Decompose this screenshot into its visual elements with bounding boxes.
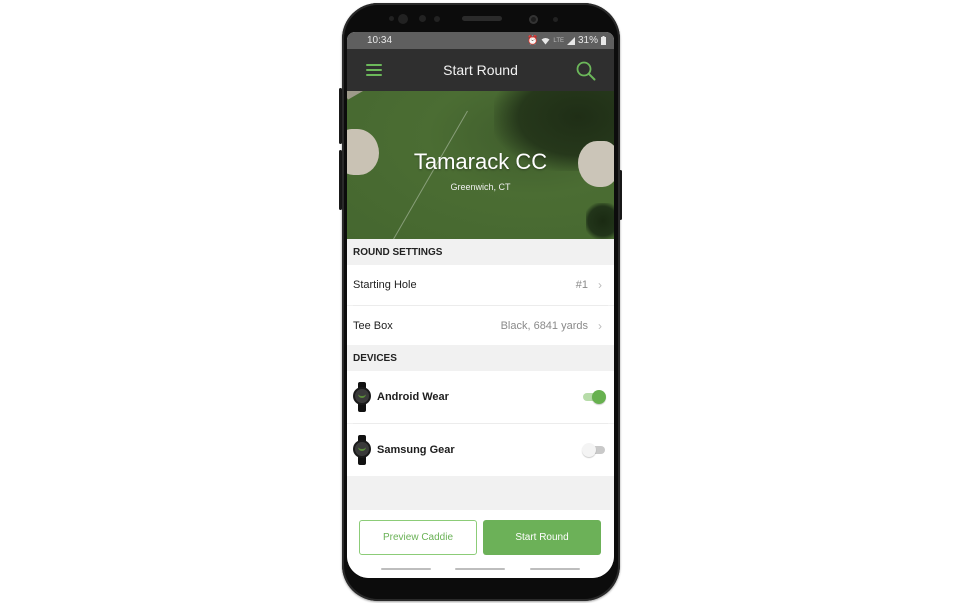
lte-icon: LTE bbox=[553, 37, 564, 44]
nav-recent-button[interactable] bbox=[381, 568, 432, 570]
android-wear-toggle[interactable] bbox=[582, 390, 606, 404]
tee-box-value: Black, 6841 yards bbox=[500, 320, 588, 332]
starting-hole-row[interactable]: Starting Hole #1 › bbox=[347, 265, 614, 305]
tee-box-label: Tee Box bbox=[353, 320, 393, 332]
front-camera-icon bbox=[529, 15, 538, 24]
screen: 10:34 ⏰ LTE 31% Start Round Tamarack CC … bbox=[347, 32, 614, 578]
battery-percent: 31% bbox=[577, 35, 598, 46]
stage: 10:34 ⏰ LTE 31% Start Round Tamarack CC … bbox=[0, 0, 960, 603]
course-name: Tamarack CC bbox=[413, 149, 548, 174]
device-row-samsung-gear: Samsung Gear bbox=[347, 424, 614, 476]
nav-home-button[interactable] bbox=[455, 568, 506, 570]
sensor-icon bbox=[434, 16, 440, 22]
starting-hole-value: #1 bbox=[575, 279, 588, 291]
app-bar: Start Round bbox=[347, 49, 614, 91]
sensor-icon bbox=[553, 17, 558, 22]
trees bbox=[586, 203, 614, 239]
hamburger-menu-icon[interactable] bbox=[366, 64, 382, 76]
chevron-right-icon: › bbox=[598, 319, 602, 333]
search-icon[interactable] bbox=[575, 60, 597, 82]
samsung-gear-toggle[interactable] bbox=[582, 443, 606, 457]
sensor-icon bbox=[419, 15, 426, 22]
preview-caddie-button[interactable]: Preview Caddie bbox=[359, 520, 477, 555]
cart-path bbox=[347, 91, 374, 100]
nav-bar bbox=[347, 568, 614, 570]
starting-hole-label: Starting Hole bbox=[353, 279, 417, 291]
chevron-right-icon: › bbox=[598, 278, 602, 292]
battery-icon bbox=[601, 36, 606, 45]
signal-icon bbox=[566, 36, 575, 45]
earpiece-speaker bbox=[462, 16, 502, 21]
smartwatch-icon bbox=[353, 435, 371, 465]
round-settings-header: ROUND SETTINGS bbox=[347, 239, 614, 265]
device-name: Samsung Gear bbox=[377, 444, 455, 456]
status-bar: 10:34 ⏰ LTE 31% bbox=[347, 32, 614, 49]
status-icons: ⏰ LTE 31% bbox=[527, 35, 606, 46]
alarm-icon: ⏰ bbox=[527, 35, 539, 45]
devices-header: DEVICES bbox=[347, 345, 614, 371]
iris-camera-icon bbox=[398, 14, 408, 24]
tee-box-row[interactable]: Tee Box Black, 6841 yards › bbox=[347, 306, 614, 346]
sensor-icon bbox=[389, 16, 394, 21]
page-title: Start Round bbox=[443, 62, 518, 78]
wifi-icon bbox=[541, 37, 550, 44]
nav-back-button[interactable] bbox=[529, 568, 580, 570]
course-hero-image: Tamarack CC Greenwich, CT bbox=[347, 91, 614, 239]
start-round-button[interactable]: Start Round bbox=[483, 520, 601, 555]
status-time: 10:34 bbox=[367, 35, 393, 46]
device-row-android-wear: Android Wear bbox=[347, 371, 614, 423]
course-location: Greenwich, CT bbox=[450, 182, 511, 192]
smartwatch-icon bbox=[353, 382, 371, 412]
device-name: Android Wear bbox=[377, 391, 449, 403]
